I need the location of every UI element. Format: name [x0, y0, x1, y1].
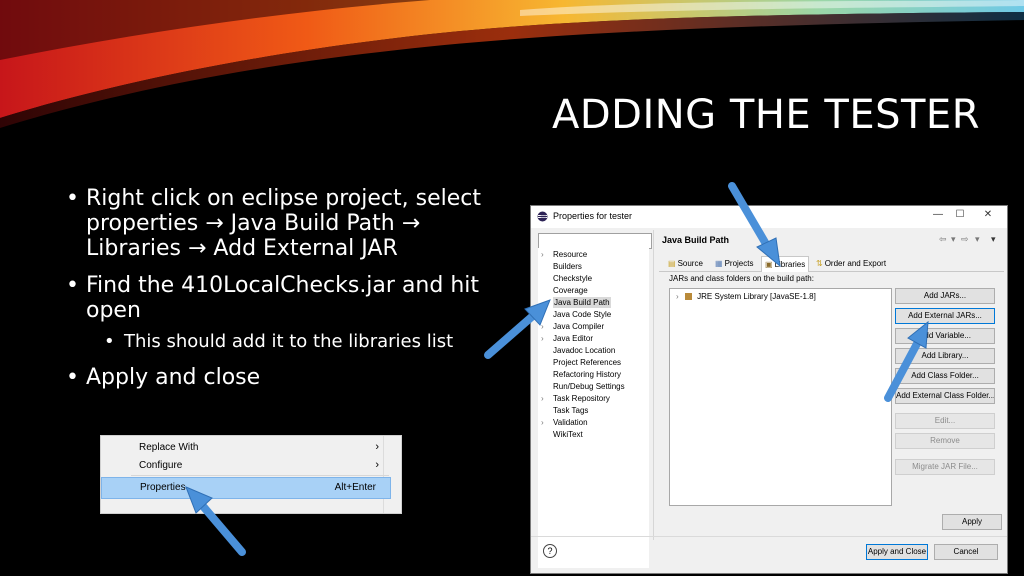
chevron-right-icon[interactable]: › [541, 417, 544, 428]
slide-title: ADDING THE TESTER [552, 92, 980, 138]
tab-projects[interactable]: ▦ Projects [715, 256, 753, 271]
tree-item-label: Task Repository [553, 394, 610, 403]
chevron-right-icon[interactable]: › [541, 249, 544, 260]
tree-item-label: Run/Debug Settings [553, 382, 625, 391]
add-jars-button[interactable]: Add JARs... [895, 288, 995, 304]
list-item-jre-system-library[interactable]: › JRE System Library [JavaSE-1.8] [676, 292, 816, 301]
chevron-right-icon: › [375, 459, 379, 471]
dropdown-icon[interactable]: ▾ [951, 234, 956, 245]
apply-and-close-button[interactable]: Apply and Close [866, 544, 928, 560]
chevron-right-icon[interactable]: › [541, 309, 544, 320]
chevron-right-icon[interactable]: › [541, 393, 544, 404]
panel-title: Java Build Path [662, 235, 730, 245]
properties-dialog: Properties for tester — ☐ ✕ › Resource Bu… [530, 205, 1008, 574]
properties-tree: › Resource Builders Checkstyle Coverage J… [538, 248, 649, 568]
dialog-titlebar: Properties for tester — ☐ ✕ [531, 206, 1007, 228]
libraries-icon: ▣ [765, 260, 773, 269]
source-folder-icon: ▤ [668, 259, 676, 268]
bullet-item: Apply and close [66, 365, 516, 390]
view-menu-icon[interactable]: ▾ [991, 234, 996, 245]
tab-label: Order and Export [824, 259, 887, 268]
chevron-right-icon[interactable]: › [676, 292, 679, 301]
menu-separator [131, 475, 389, 476]
maximize-button[interactable]: ☐ [951, 209, 969, 220]
context-menu: Replace With › Configure › Properties Al… [100, 435, 402, 514]
tree-item-label: Java Compiler [553, 322, 605, 331]
dropdown-icon[interactable]: ▾ [975, 234, 980, 245]
tab-label: Source [677, 259, 703, 268]
bullet-item: Find the 410LocalChecks.jar and hit open [66, 273, 516, 323]
add-library-button[interactable]: Add Library... [895, 348, 995, 364]
help-icon[interactable]: ? [543, 544, 557, 558]
tree-item-label: Resource [553, 250, 588, 259]
back-arrow-icon[interactable]: ⇦ [939, 234, 947, 245]
sub-bullet-item: This should add it to the libraries list [66, 331, 516, 353]
menu-item-label: Properties [140, 482, 186, 493]
minimize-button[interactable]: — [929, 209, 947, 220]
tab-label: Libraries [774, 260, 806, 269]
add-external-class-folder-button[interactable]: Add External Class Folder... [895, 388, 995, 404]
tab-label: Projects [724, 259, 754, 268]
tree-item-label: Java Code Style [553, 310, 612, 319]
menu-item-label: Configure [139, 460, 183, 471]
add-variable-button[interactable]: Add Variable... [895, 328, 995, 344]
menu-item-replace-with[interactable]: Replace With › [101, 438, 389, 458]
bullet-item: Right click on eclipse project, select p… [66, 186, 516, 261]
tree-item-label: Validation [553, 418, 588, 427]
list-item-label: JRE System Library [JavaSE-1.8] [697, 292, 816, 301]
apply-button[interactable]: Apply [942, 514, 1002, 530]
menu-item-configure[interactable]: Configure › [101, 456, 389, 476]
eclipse-icon [537, 211, 548, 222]
tab-libraries[interactable]: ▣ Libraries [761, 256, 810, 272]
cancel-button[interactable]: Cancel [934, 544, 998, 560]
menu-item-label: Replace With [139, 442, 199, 453]
chevron-right-icon[interactable]: › [541, 333, 544, 344]
menu-item-properties[interactable]: Properties Alt+Enter [101, 477, 391, 499]
filter-input[interactable] [538, 233, 652, 249]
dialog-title: Properties for tester [553, 211, 633, 221]
tab-strip-border [659, 271, 1004, 272]
tree-item-label: Javadoc Location [553, 346, 616, 355]
tree-item-label: Builders [553, 262, 582, 271]
close-button[interactable]: ✕ [979, 209, 997, 220]
remove-button[interactable]: Remove [895, 433, 995, 449]
build-path-list[interactable]: › JRE System Library [JavaSE-1.8] [669, 288, 892, 506]
order-export-icon: ⇅ [816, 259, 823, 268]
library-icon [684, 293, 692, 300]
edit-button[interactable]: Edit... [895, 413, 995, 429]
tree-item-label: Java Build Path [553, 297, 611, 308]
forward-arrow-icon[interactable]: ⇨ [961, 234, 969, 245]
chevron-right-icon: › [375, 441, 379, 453]
bullet-list: Right click on eclipse project, select p… [66, 186, 516, 402]
menu-item-shortcut: Alt+Enter [334, 482, 376, 493]
add-class-folder-button[interactable]: Add Class Folder... [895, 368, 995, 384]
projects-icon: ▦ [715, 259, 723, 268]
tree-item-label: WikiText [553, 430, 583, 439]
tree-item-label: Java Editor [553, 334, 594, 343]
migrate-jar-file-button[interactable]: Migrate JAR File... [895, 459, 995, 475]
tree-item-label: Checkstyle [553, 274, 593, 283]
tree-item-label: Task Tags [553, 406, 589, 415]
tab-source[interactable]: ▤ Source [668, 256, 703, 271]
tab-order-and-export[interactable]: ⇅ Order and Export [816, 256, 886, 271]
tree-item-label: Coverage [553, 286, 588, 295]
chevron-right-icon[interactable]: › [541, 321, 544, 332]
dialog-separator [531, 536, 1007, 537]
tree-item-label: Refactoring History [553, 370, 622, 379]
add-external-jars-button[interactable]: Add External JARs... [895, 308, 995, 324]
tree-item-label: Project References [553, 358, 622, 367]
build-path-list-label: JARs and class folders on the build path… [669, 274, 814, 283]
panel-splitter[interactable] [653, 230, 654, 540]
